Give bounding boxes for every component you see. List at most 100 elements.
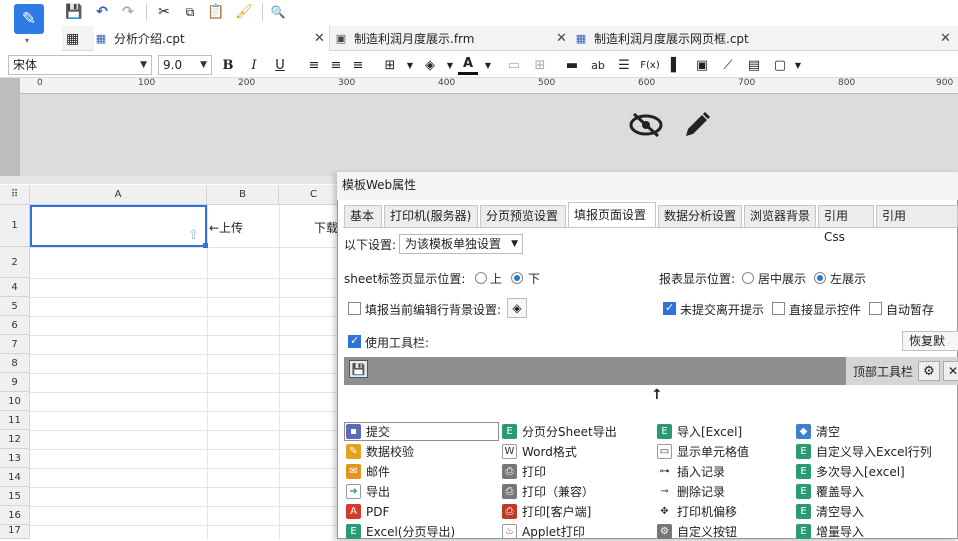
tab-printer-server[interactable]: 打印机(服务器) [384,205,478,227]
item-email[interactable]: ✉ 邮件 [346,462,390,481]
report-center-radio[interactable] [742,272,754,284]
merge-cells-icon[interactable]: ▭ [504,55,524,75]
item-incremental-import[interactable]: E 增量导入 [796,522,864,541]
align-right-icon[interactable]: ≡ [348,55,368,75]
close-icon[interactable]: ✕ [943,361,958,381]
close-icon[interactable]: ✕ [556,31,567,46]
item-show-cell-value[interactable]: ▭ 显示单元格值 [657,442,749,461]
border-icon[interactable]: ⊞ [380,55,400,75]
item-print-compat[interactable]: ⎙ 打印（兼容） [502,482,594,501]
row-header[interactable]: 14 [0,468,30,487]
app-menu-icon[interactable]: ✎ [14,4,44,34]
row-header[interactable]: 10 [0,392,30,411]
sheet-down-radio[interactable] [511,272,523,284]
tab-analysis-intro[interactable]: ▦ 分析介绍.cpt ✕ [94,26,330,51]
row-header[interactable]: 8 [0,354,30,373]
chart-icon[interactable]: ▌ [666,55,686,75]
row-header[interactable]: 2 [0,247,30,278]
tab-data-analysis[interactable]: 数据分析设置 [658,205,742,227]
tab-grid-icon[interactable]: ▦ [66,26,82,51]
formula-icon[interactable]: F(x) [640,55,660,75]
item-clear-import[interactable]: E 清空导入 [796,502,864,521]
item-import-excel[interactable]: E 导入[Excel] [657,422,742,441]
column-header[interactable]: A [30,185,207,205]
row-header[interactable]: 16 [0,506,30,525]
bold-icon[interactable]: B [218,55,238,75]
chevron-down-icon[interactable]: ▼ [440,55,460,75]
slash-icon[interactable]: ⟋ [718,55,738,75]
item-overwrite-import[interactable]: E 覆盖导入 [796,482,864,501]
auto-save-checkbox[interactable] [869,302,882,315]
selected-cell-a1[interactable] [30,205,207,247]
close-icon[interactable]: ✕ [314,31,325,46]
column-header[interactable]: B [207,185,279,205]
align-center-icon[interactable]: ≡ [326,55,346,75]
gear-icon[interactable]: ⚙ [918,361,940,381]
row-header[interactable]: 17 [0,525,30,539]
item-pdf[interactable]: A PDF [346,502,389,521]
item-word[interactable]: W Word格式 [502,442,577,461]
save-icon[interactable]: 💾 [64,2,84,22]
tab-browser-bg[interactable]: 浏览器背景 [744,205,816,227]
item-printer-offset[interactable]: ✥ 打印机偏移 [657,502,737,521]
font-color-icon[interactable]: A [458,55,478,75]
item-print-client[interactable]: ⎙ 打印[客户端] [502,502,591,521]
image-icon[interactable]: ▣ [692,55,712,75]
subreport-icon[interactable]: ▤ [744,55,764,75]
tab-profit-frm[interactable]: ▣ 制造利润月度展示.frm ✕ [334,26,570,51]
paragraph-icon[interactable]: ☰ [614,55,634,75]
item-custom-button[interactable]: ⚙ 自定义按钮 [657,522,737,541]
item-export[interactable]: ➜ 导出 [346,482,390,501]
item-custom-import[interactable]: E 自定义导入Excel行列 [796,442,932,461]
item-validate[interactable]: ✎ 数据校验 [346,442,414,461]
edit-pencil-icon[interactable] [680,108,714,142]
row-header[interactable]: 4 [0,278,30,297]
item-sheet-export[interactable]: E 分页分Sheet导出 [502,422,617,441]
restore-default-button[interactable]: 恢复默认 [902,331,958,351]
cell-b1[interactable]: ←上传 [209,219,243,236]
item-print[interactable]: ⎙ 打印 [502,462,546,481]
tab-basic[interactable]: 基本 [344,205,382,227]
tab-css[interactable]: 引用Css [818,205,874,244]
underline-icon[interactable]: U [270,55,290,75]
item-multi-import[interactable]: E 多次导入[excel] [796,462,905,481]
edit-row-bg-checkbox[interactable] [348,302,361,315]
row-header[interactable]: 9 [0,373,30,392]
item-applet-print[interactable]: ♨ Applet打印 [502,522,585,541]
copy-icon[interactable]: ⧉ [180,2,200,22]
italic-icon[interactable]: I [244,55,264,75]
hide-eye-icon[interactable] [628,108,664,142]
use-toolbar-checkbox[interactable] [348,334,361,348]
select-all-corner[interactable]: ⠿ [0,185,30,205]
insert-row-icon[interactable]: ▬ [562,55,582,75]
row-header[interactable]: 11 [0,411,30,430]
tab-page-preview[interactable]: 分页预览设置 [480,205,566,227]
parameter-panel[interactable] [20,94,958,176]
undo-icon[interactable]: ↶ [92,2,112,22]
report-left-radio[interactable] [814,272,826,284]
bg-color-picker-icon[interactable]: ◈ [507,298,527,318]
chevron-down-icon[interactable]: ▼ [400,55,420,75]
move-up-arrow-icon[interactable]: ↑ [651,387,663,403]
unsubmitted-prompt-checkbox[interactable] [663,301,676,315]
chevron-down-icon[interactable]: ▾ [25,36,29,45]
font-size-select[interactable]: 9.0 ▼ [158,55,212,75]
chevron-down-icon[interactable]: ▼ [478,55,498,75]
redo-icon[interactable]: ↷ [118,2,138,22]
chevron-down-icon[interactable]: ▼ [788,55,808,75]
row-header[interactable]: 13 [0,449,30,468]
font-family-select[interactable]: 宋体 ▼ [8,55,152,75]
row-header[interactable]: 12 [0,430,30,449]
tab-profit-web[interactable]: ▦ 制造利润月度展示网页框.cpt ✕ [574,26,958,51]
item-excel-page-export[interactable]: E Excel(分页导出) [346,522,455,541]
fill-handle[interactable] [203,243,208,248]
item-clear[interactable]: ◆ 清空 [796,422,840,441]
row-header[interactable]: 1 [0,205,30,247]
float-element-icon[interactable]: ▢ [770,55,790,75]
row-header[interactable]: 15 [0,487,30,506]
item-insert-record[interactable]: ⊶ 插入记录 [657,462,725,481]
direct-show-checkbox[interactable] [772,302,785,315]
tab-javascript[interactable]: 引用JavaScript [876,205,958,227]
row-header[interactable]: 5 [0,297,30,316]
row-header[interactable]: 6 [0,316,30,335]
